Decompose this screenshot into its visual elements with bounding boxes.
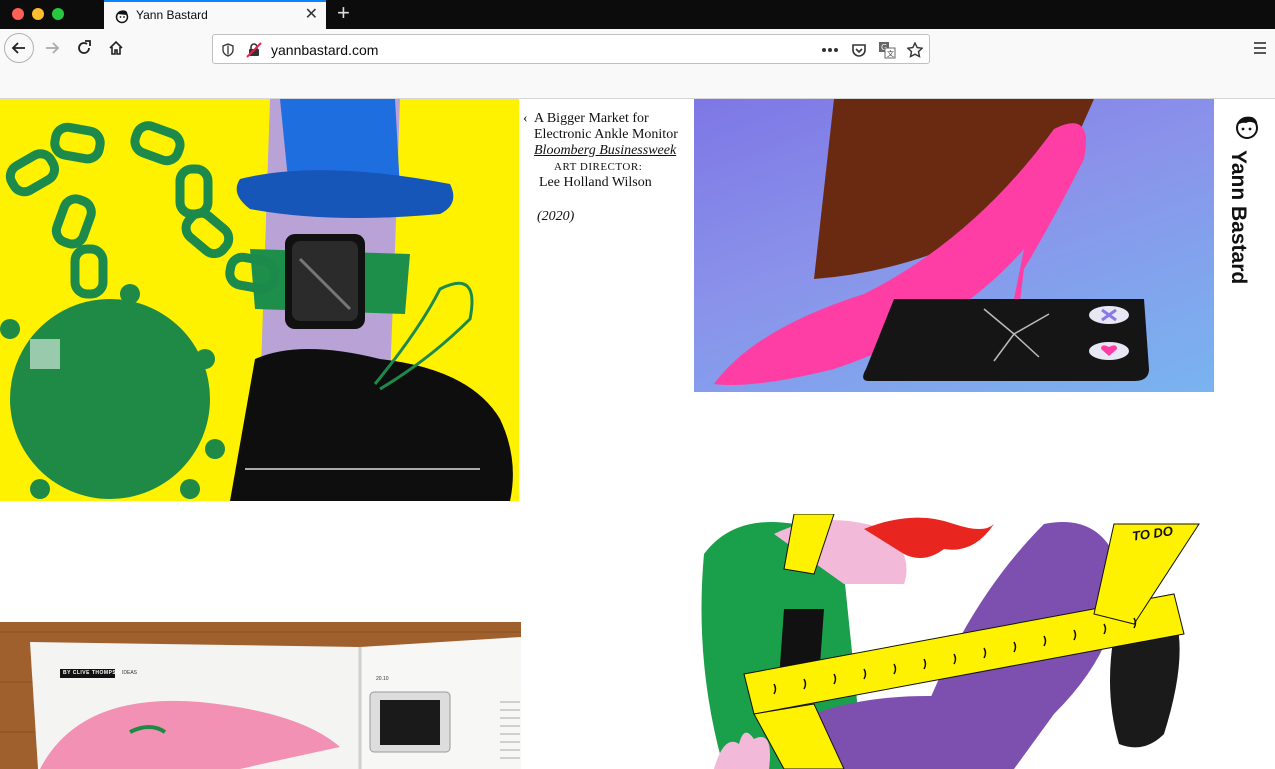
page-actions-icon[interactable]: [821, 41, 839, 59]
art-director-label: art director:: [554, 161, 643, 173]
bookmark-star-icon[interactable]: [906, 41, 924, 59]
tab-yann-bastard[interactable]: Yann Bastard ✕: [104, 0, 326, 29]
illustration-high-heel-graphic: [714, 99, 1149, 386]
tab-bar: Yann Bastard ✕ +: [0, 0, 1275, 29]
previous-project-link[interactable]: ‹: [523, 111, 528, 127]
page-content: ‹ A Bigger Market for Electronic Ankle M…: [0, 99, 1275, 769]
project-caption: ‹ A Bigger Market for Electronic Ankle M…: [523, 111, 685, 225]
zoom-window-button[interactable]: [52, 8, 64, 20]
art-director-name: Lee Holland Wilson: [539, 175, 652, 190]
project-title: A Bigger Market for Electronic Ankle Mon…: [534, 111, 678, 142]
minimize-window-button[interactable]: [32, 8, 44, 20]
ankle-monitor-illustration[interactable]: [0, 99, 519, 501]
address-bar[interactable]: yannbastard.com G文: [212, 34, 930, 64]
tab-close-icon[interactable]: ✕: [305, 6, 318, 24]
avatar-icon: [115, 10, 129, 24]
close-window-button[interactable]: [12, 8, 24, 20]
url-text: yannbastard.com: [271, 42, 379, 58]
toolbar-spacer: [0, 69, 1275, 99]
project-year: (2020): [537, 209, 575, 224]
magazine-spread-photo[interactable]: BY CLIVE THOMPSON IDEAS 20.10: [0, 622, 521, 769]
tape-measure-illustration[interactable]: TO DO: [694, 514, 1214, 769]
avatar-icon: [1236, 116, 1258, 139]
high-heel-illustration[interactable]: [694, 99, 1214, 392]
site-brand[interactable]: Yann Bastard: [1227, 114, 1268, 334]
svg-text:文: 文: [887, 49, 894, 58]
publication-link[interactable]: Bloomberg Businessweek: [534, 143, 685, 159]
new-tab-icon[interactable]: +: [337, 2, 350, 24]
hamburger-icon: [1254, 42, 1266, 54]
magazine-page-number: 20.10: [376, 676, 389, 682]
home-icon: [109, 40, 123, 55]
tab-title: Yann Bastard: [136, 8, 208, 22]
magazine-spread-graphic: [0, 631, 521, 769]
site-title: Yann Bastard: [1227, 150, 1250, 285]
home-button[interactable]: [101, 33, 131, 63]
illustration-ankle-monitor-graphic: [0, 99, 513, 501]
insecure-lock-icon[interactable]: [245, 41, 263, 59]
forward-button[interactable]: [37, 33, 67, 63]
reload-button[interactable]: [69, 33, 99, 63]
illustration-tape-measure-graphic: [701, 514, 1200, 769]
magazine-byline: BY CLIVE THOMPSON: [63, 670, 125, 676]
navigation-toolbar: yannbastard.com G文: [0, 29, 1275, 69]
magazine-section: IDEAS: [122, 670, 138, 676]
arrow-left-icon: [11, 42, 25, 54]
arrow-right-icon: [46, 42, 60, 54]
reload-icon: [78, 40, 91, 54]
pocket-icon[interactable]: [850, 41, 868, 59]
translate-icon[interactable]: G文: [878, 41, 896, 59]
menu-button[interactable]: [1245, 33, 1275, 63]
shield-icon[interactable]: [219, 41, 237, 59]
back-button[interactable]: [4, 33, 34, 63]
